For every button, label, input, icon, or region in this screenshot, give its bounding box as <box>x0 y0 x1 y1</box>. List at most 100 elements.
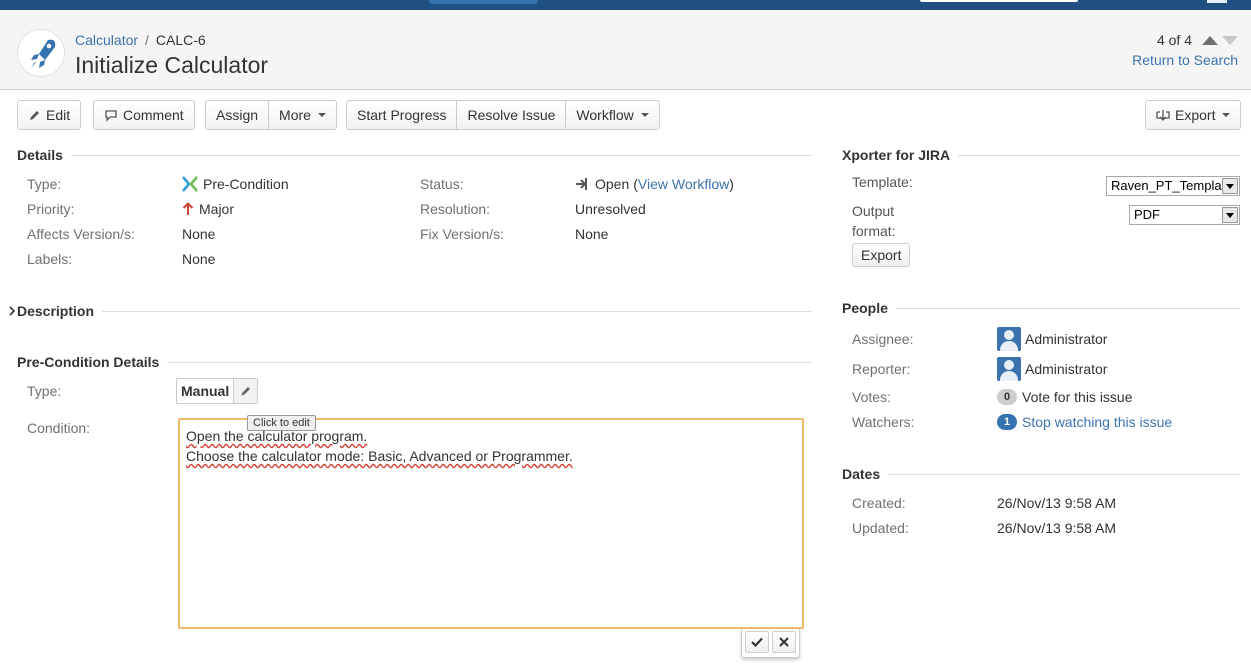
status-label: Status: <box>420 176 464 192</box>
chevron-down-icon <box>1222 207 1238 223</box>
assignee-name: Administrator <box>1025 331 1108 347</box>
priority-value: Major <box>182 201 234 217</box>
dates-section-header[interactable]: Dates <box>842 464 1240 484</box>
top-navigation-bar <box>0 0 1251 10</box>
updated-label: Updated: <box>852 520 909 536</box>
assign-button[interactable]: Assign <box>206 101 268 129</box>
status-paren-close: ) <box>729 176 734 192</box>
breadcrumb-separator: / <box>145 32 149 48</box>
watchers-count-badge[interactable]: 1 <box>997 414 1017 430</box>
vote-for-issue-link[interactable]: Vote for this issue <box>1022 389 1133 405</box>
assignee-value[interactable]: Administrator <box>997 327 1107 351</box>
votes-value: 0 Vote for this issue <box>997 389 1133 405</box>
output-format-label-1: Output <box>852 203 895 219</box>
pencil-icon <box>30 110 39 120</box>
status-value-text: Open <box>595 176 630 192</box>
labels-value[interactable]: None <box>182 251 215 267</box>
project-avatar-rocket-icon[interactable] <box>17 29 65 77</box>
details-section-header[interactable]: Details <box>17 145 812 165</box>
inline-edit-controls <box>741 629 800 658</box>
output-format-select[interactable]: PDF <box>1129 205 1240 225</box>
chevron-down-icon <box>317 113 326 117</box>
checkmark-icon <box>751 637 763 647</box>
template-select-value: Raven_PT_Templa <box>1111 178 1222 193</box>
issue-key[interactable]: CALC-6 <box>156 32 206 48</box>
output-format-select-value: PDF <box>1134 207 1160 222</box>
status-value: Open (View Workflow) <box>575 176 734 192</box>
people-title: People <box>842 300 888 316</box>
speech-bubble-icon <box>105 109 117 122</box>
precondition-type-value: Manual <box>181 383 230 399</box>
fix-version-label: Fix Version/s: <box>420 226 505 242</box>
comment-button[interactable]: Comment <box>94 101 194 129</box>
type-value: Pre-Condition <box>182 176 289 192</box>
start-progress-button[interactable]: Start Progress <box>347 101 456 129</box>
more-dropdown-button[interactable]: More <box>268 101 336 129</box>
more-button-label: More <box>279 107 311 123</box>
previous-issue-icon[interactable] <box>1202 35 1218 45</box>
workflow-button-label: Workflow <box>576 107 634 123</box>
next-issue-icon[interactable] <box>1222 35 1238 45</box>
created-value: 26/Nov/13 9:58 AM <box>997 495 1117 511</box>
return-to-search-link[interactable]: Return to Search <box>1132 52 1238 68</box>
issue-summary[interactable]: Initialize Calculator <box>75 52 268 79</box>
chevron-right-icon[interactable] <box>7 305 17 317</box>
dates-title: Dates <box>842 466 881 482</box>
resolution-label: Resolution: <box>420 201 491 217</box>
description-section-header[interactable]: Description <box>7 301 812 321</box>
issue-header: Calculator / CALC-6 Initialize Calculator … <box>0 10 1251 90</box>
votes-count-badge: 0 <box>997 389 1017 405</box>
resolve-issue-button[interactable]: Resolve Issue <box>456 101 565 129</box>
people-section-header[interactable]: People <box>842 298 1240 318</box>
template-select[interactable]: Raven_PT_Templa <box>1106 176 1240 196</box>
export-button-label: Export <box>1175 107 1216 123</box>
details-title: Details <box>17 147 63 163</box>
pre-condition-type-icon <box>182 176 198 192</box>
condition-textarea[interactable]: Open the calculator program. Choose the … <box>178 418 804 629</box>
arrow-up-priority-icon <box>182 202 194 215</box>
export-dropdown-button[interactable]: Export <box>1146 101 1240 129</box>
create-button[interactable] <box>429 0 538 4</box>
workflow-dropdown-button[interactable]: Workflow <box>565 101 658 129</box>
description-title: Description <box>17 303 95 319</box>
xporter-section-header[interactable]: Xporter for JIRA <box>842 145 1240 165</box>
affects-version-label: Affects Version/s: <box>27 226 135 242</box>
chevron-down-icon <box>1222 178 1238 194</box>
chevron-down-icon <box>640 113 649 117</box>
resolution-value: Unresolved <box>575 201 646 217</box>
condition-label: Condition: <box>27 420 91 436</box>
watchers-label: Watchers: <box>852 414 915 430</box>
reporter-label: Reporter: <box>852 361 911 377</box>
stop-watching-link[interactable]: Stop watching this issue <box>1022 414 1172 430</box>
breadcrumb-project-link[interactable]: Calculator <box>75 32 138 48</box>
precondition-section-header[interactable]: Pre-Condition Details <box>17 352 812 372</box>
reporter-name: Administrator <box>1025 361 1108 377</box>
type-value-text: Pre-Condition <box>203 176 289 192</box>
issue-pager: 4 of 4 Return to Search <box>1132 32 1238 68</box>
watchers-value: 1 Stop watching this issue <box>997 414 1172 430</box>
quick-search-input[interactable] <box>920 0 1078 2</box>
assign-more-button-group: Assign More <box>205 100 337 130</box>
template-label: Template: <box>852 174 913 190</box>
xporter-export-button[interactable]: Export <box>852 243 911 267</box>
help-icon[interactable] <box>1207 0 1227 3</box>
edit-button-group: Edit <box>17 100 82 130</box>
precondition-type-field[interactable]: Manual <box>176 378 259 404</box>
precondition-title: Pre-Condition Details <box>17 354 160 370</box>
click-to-edit-tooltip: Click to edit <box>247 415 316 431</box>
updated-value: 26/Nov/13 9:58 AM <box>997 520 1117 536</box>
pencil-icon[interactable] <box>233 379 258 403</box>
chevron-down-icon <box>1222 113 1231 117</box>
save-checkmark-button[interactable] <box>745 631 769 653</box>
xporter-title: Xporter for JIRA <box>842 147 951 163</box>
cancel-button[interactable] <box>772 631 796 653</box>
edit-button[interactable]: Edit <box>18 101 80 129</box>
comment-button-group: Comment <box>93 100 195 130</box>
reporter-value[interactable]: Administrator <box>997 357 1107 381</box>
precondition-type-label: Type: <box>27 383 62 399</box>
open-status-icon <box>576 178 587 190</box>
fix-version-value: None <box>575 226 609 242</box>
view-workflow-link[interactable]: View Workflow <box>638 176 729 192</box>
pager-count: 4 of 4 <box>1156 32 1192 48</box>
user-avatar-icon <box>997 357 1021 381</box>
